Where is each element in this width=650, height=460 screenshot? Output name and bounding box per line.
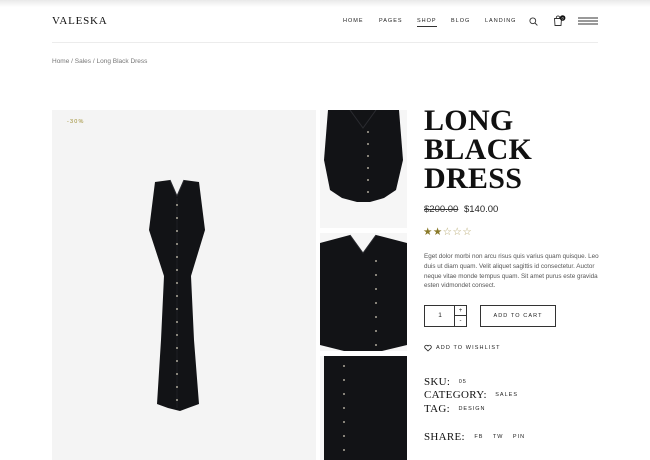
category-value[interactable]: SALES — [495, 392, 518, 398]
share-twitter-link[interactable]: TW — [493, 434, 504, 440]
product-title: LONG BLACK DRESS — [424, 104, 594, 195]
current-price: $140.00 — [463, 204, 499, 215]
dress-detail-image — [324, 110, 403, 202]
cart-icon[interactable]: 0 — [553, 15, 567, 27]
dress-front-image — [149, 179, 205, 411]
star-filled-icon: ★ — [432, 226, 443, 238]
share-label: SHARE: — [424, 431, 465, 443]
breadcrumb-separator: / — [71, 58, 73, 65]
star-empty-icon: ☆ — [452, 226, 463, 238]
site-header: VALESKA HOME PAGES SHOP BLOG LANDING 0 — [0, 0, 650, 43]
tag-value[interactable]: DESIGN — [458, 406, 485, 412]
thumbnail-1[interactable] — [320, 110, 407, 228]
heart-icon — [424, 344, 432, 352]
breadcrumb-home[interactable]: Home — [52, 58, 69, 65]
breadcrumb-current: Long Black Dress — [96, 58, 148, 65]
tag-row: TAG: DESIGN — [424, 399, 486, 417]
quantity-input[interactable]: 1 — [425, 306, 455, 326]
product-title-line: DRESS — [424, 162, 523, 195]
quantity-stepper: 1 + - — [424, 305, 467, 327]
star-empty-icon: ☆ — [462, 226, 473, 238]
star-filled-icon: ★ — [423, 226, 433, 238]
product-title-line: LONG — [424, 104, 514, 137]
main-product-image[interactable]: -30% — [52, 110, 316, 460]
sale-badge: -30% — [67, 119, 85, 125]
tag-label: TAG: — [424, 403, 450, 415]
nav-pages[interactable]: PAGES — [379, 18, 403, 25]
header-divider — [52, 42, 598, 43]
star-empty-icon: ☆ — [442, 226, 453, 238]
dress-back-image — [320, 234, 407, 351]
product-description: Eget dolor morbi non arcu risus quis var… — [424, 253, 599, 290]
old-price: $200.00 — [424, 204, 459, 215]
product-title-line: BLACK — [424, 133, 533, 166]
search-icon[interactable] — [529, 17, 538, 26]
nav-landing[interactable]: LANDING — [485, 18, 516, 25]
nav-blog[interactable]: BLOG — [451, 18, 470, 25]
share-pinterest-link[interactable]: PIN — [513, 434, 525, 440]
dress-closeup-image — [320, 356, 407, 460]
quantity-increase-button[interactable]: + — [455, 306, 466, 316]
nav-shop[interactable]: SHOP — [417, 18, 437, 27]
breadcrumb-sales[interactable]: Sales — [75, 58, 91, 65]
thumbnail-3[interactable] — [320, 356, 407, 460]
share-facebook-link[interactable]: FB — [474, 434, 483, 440]
rating-stars: ★★☆☆☆ — [423, 226, 472, 238]
hamburger-menu-icon[interactable] — [578, 17, 598, 25]
add-to-cart-button[interactable]: ADD TO CART — [480, 305, 556, 327]
share-row: SHARE: FB TW PIN — [424, 427, 525, 445]
wishlist-label: ADD TO WISHLIST — [436, 345, 501, 351]
share-links: FB TW PIN — [469, 427, 525, 444]
thumbnail-2[interactable] — [320, 233, 407, 351]
price: $200.00 $140.00 — [424, 204, 498, 215]
breadcrumb: Home / Sales / Long Black Dress — [52, 58, 147, 65]
breadcrumb-separator: / — [92, 58, 95, 65]
nav-home[interactable]: HOME — [343, 18, 364, 25]
cart-count: 0 — [562, 16, 564, 20]
quantity-decrease-button[interactable]: - — [455, 316, 466, 326]
